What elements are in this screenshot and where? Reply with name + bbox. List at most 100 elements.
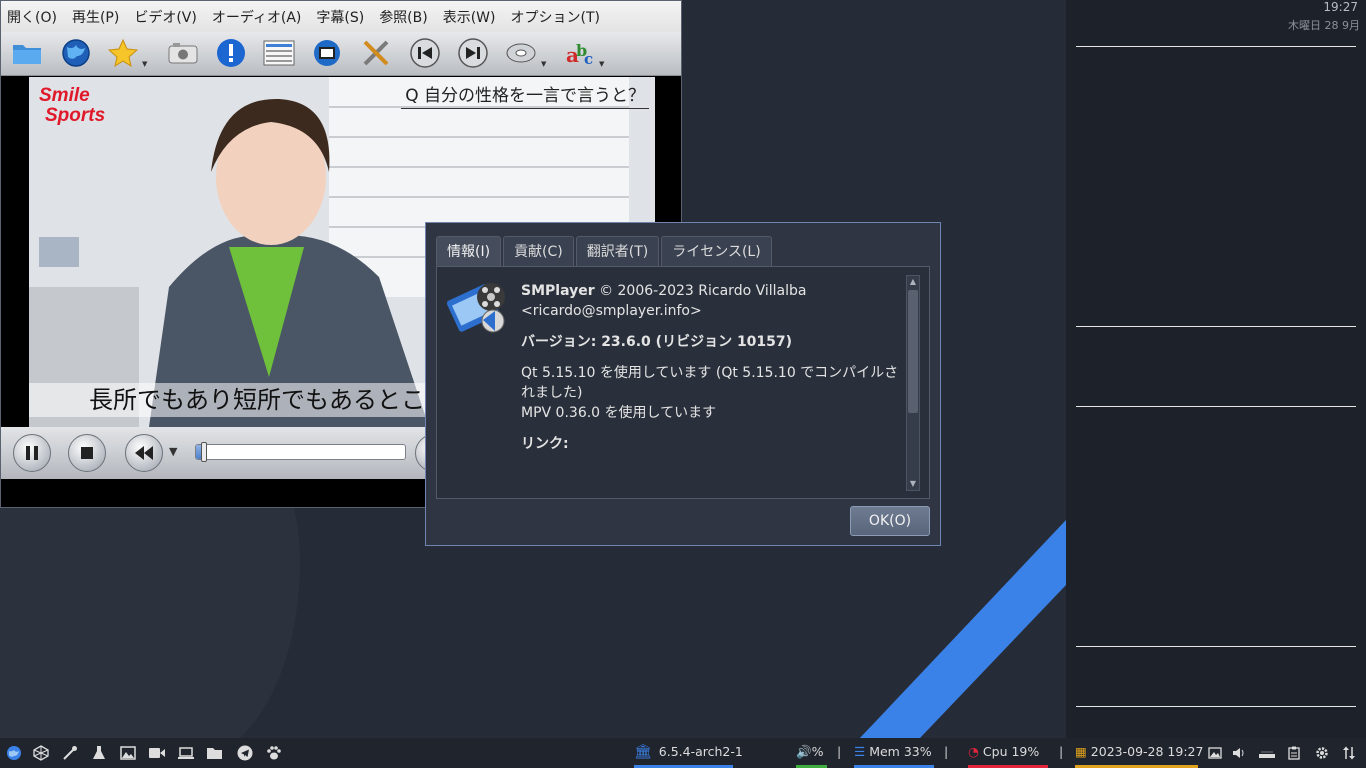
kernel-version: 6.5.4-arch2-1 (658, 744, 743, 759)
kernel-widget[interactable]: 🏛 6.5.4-arch2-1 (634, 738, 743, 768)
conky-panel (1066, 0, 1366, 738)
folder-open-icon[interactable] (206, 744, 224, 762)
about-dialog: 情報(I) 貢献(C) 翻訳者(T) ライセンス(L) SMPlayer © 2… (425, 222, 941, 546)
links-heading: リンク: (521, 436, 569, 452)
seek-bar[interactable] (195, 442, 406, 462)
cpu-widget[interactable]: ◔ Cpu 19% (968, 738, 1048, 768)
app-name: SMPlayer (521, 283, 595, 299)
channel-logo: Smile (39, 85, 90, 106)
date-time: 2023-09-28 19:27 (1090, 744, 1204, 759)
about-text: SMPlayer © 2006-2023 Ricardo Villalba <r… (521, 281, 901, 465)
disc-icon[interactable] (505, 37, 537, 69)
laptop-icon[interactable] (177, 744, 195, 762)
menu-bar: 開く(O) 再生(P) ビデオ(V) オーディオ(A) 字幕(S) 参照(B) … (1, 1, 681, 32)
paw-icon[interactable] (265, 744, 283, 762)
seek-handle[interactable] (201, 442, 207, 462)
menu-browse[interactable]: 参照(B) (379, 7, 428, 27)
chevron-down-icon[interactable]: ▼ (541, 60, 546, 68)
bank-icon: 🏛 (634, 744, 652, 760)
screenshot-tray-icon[interactable] (1206, 744, 1224, 762)
conky-divider (1076, 646, 1356, 647)
memory-icon: ☰ (854, 744, 866, 759)
scroll-thumb[interactable] (908, 290, 918, 413)
previous-icon[interactable] (409, 37, 441, 69)
conky-date: 木曜日 28 9月 (1288, 19, 1360, 32)
transfer-arrows-icon[interactable] (1340, 744, 1358, 762)
info-icon[interactable] (215, 37, 247, 69)
author-email: <ricardo@smplayer.info> (521, 303, 702, 319)
separator: | (1059, 744, 1064, 759)
rewind-icon (135, 446, 153, 460)
stop-icon (81, 447, 93, 459)
copyright: © 2006-2023 Ricardo Villalba (594, 283, 807, 299)
menu-video[interactable]: ビデオ(V) (134, 7, 197, 27)
menu-subtitles[interactable]: 字幕(S) (316, 7, 364, 27)
menu-open[interactable]: 開く(O) (7, 7, 57, 27)
menu-audio[interactable]: オーディオ(A) (212, 7, 302, 27)
scroll-down-icon[interactable]: ▼ (907, 478, 919, 490)
scroll-up-icon[interactable]: ▲ (907, 276, 919, 288)
settings-gear-icon[interactable] (1313, 744, 1331, 762)
video-top-caption: Q 自分の性格を一言で言うと？ (401, 81, 649, 109)
about-info-panel: SMPlayer © 2006-2023 Ricardo Villalba <r… (436, 266, 930, 499)
next-icon[interactable] (457, 37, 489, 69)
separator: | (944, 744, 949, 759)
tab-translators[interactable]: 翻訳者(T) (575, 236, 660, 266)
chevron-down-icon[interactable]: ▼ (142, 60, 147, 68)
smplayer-logo-icon (447, 283, 505, 333)
qt-info: Qt 5.15.10 を使用しています (Qt 5.15.10 でコンパイルされ… (521, 365, 899, 401)
calendar-icon: ▦ (1075, 744, 1087, 759)
playlist-icon[interactable] (263, 37, 295, 69)
mpv-info: MPV 0.36.0 を使用しています (521, 405, 717, 421)
video-settings-icon[interactable] (311, 37, 343, 69)
svg-text:c: c (584, 50, 593, 68)
folder-icon[interactable] (11, 37, 43, 69)
separator: | (837, 744, 842, 759)
clock-widget[interactable]: ▦ 2023-09-28 19:27 (1075, 738, 1203, 768)
main-toolbar: ▼ ▼ abc ▼ (1, 32, 681, 76)
tab-info[interactable]: 情報(I) (436, 236, 502, 266)
conky-clock: 19:27 (1323, 0, 1358, 14)
network-tray-icon[interactable] (1258, 744, 1276, 762)
conky-divider (1076, 406, 1356, 407)
image-viewer-icon[interactable] (119, 744, 137, 762)
memory-usage: Mem 33% (869, 744, 932, 759)
ok-button[interactable]: OK(O) (850, 506, 930, 536)
codepen-icon[interactable] (32, 744, 50, 762)
channel-logo-line2: Sports (45, 105, 106, 126)
chevron-down-icon[interactable]: ▼ (169, 445, 177, 458)
volume-tray-icon[interactable] (1231, 744, 1249, 762)
memory-widget[interactable]: ☰ Mem 33% (854, 738, 934, 768)
rewind-button[interactable] (125, 434, 163, 472)
app-menu-globe-icon[interactable] (5, 744, 23, 762)
speaker-icon: 🔊 (796, 744, 812, 759)
flask-icon[interactable] (90, 744, 108, 762)
pause-icon (26, 446, 38, 460)
color-picker-icon[interactable] (61, 744, 79, 762)
version-info: バージョン: 23.6.0 (リビジョン 10157) (521, 334, 793, 350)
favorite-star-icon[interactable] (107, 37, 139, 69)
subtitles-icon[interactable]: abc (564, 37, 596, 69)
menu-view[interactable]: 表示(W) (443, 7, 496, 27)
pause-button[interactable] (13, 434, 51, 472)
volume-widget[interactable]: 🔊% (796, 738, 827, 768)
clipboard-tray-icon[interactable] (1285, 744, 1303, 762)
about-tabs: 情報(I) 貢献(C) 翻訳者(T) ライセンス(L) (436, 236, 774, 266)
gauge-icon: ◔ (968, 744, 979, 759)
tab-license[interactable]: ライセンス(L) (661, 236, 772, 266)
conky-divider (1076, 326, 1356, 327)
tab-contributions[interactable]: 貢献(C) (503, 236, 574, 266)
globe-icon[interactable] (60, 37, 92, 69)
telegram-icon[interactable] (236, 744, 254, 762)
scrollbar[interactable]: ▲ ▼ (906, 275, 920, 491)
stop-button[interactable] (68, 434, 106, 472)
menu-options[interactable]: オプション(T) (511, 7, 600, 27)
video-camera-icon[interactable] (148, 744, 166, 762)
volume-level: % (811, 744, 824, 759)
chevron-down-icon[interactable]: ▼ (599, 60, 604, 68)
screenshot-camera-icon[interactable] (167, 37, 199, 69)
cpu-usage: Cpu 19% (982, 744, 1040, 759)
preferences-tools-icon[interactable] (360, 37, 392, 69)
menu-play[interactable]: 再生(P) (72, 7, 119, 27)
conky-divider (1076, 46, 1356, 47)
